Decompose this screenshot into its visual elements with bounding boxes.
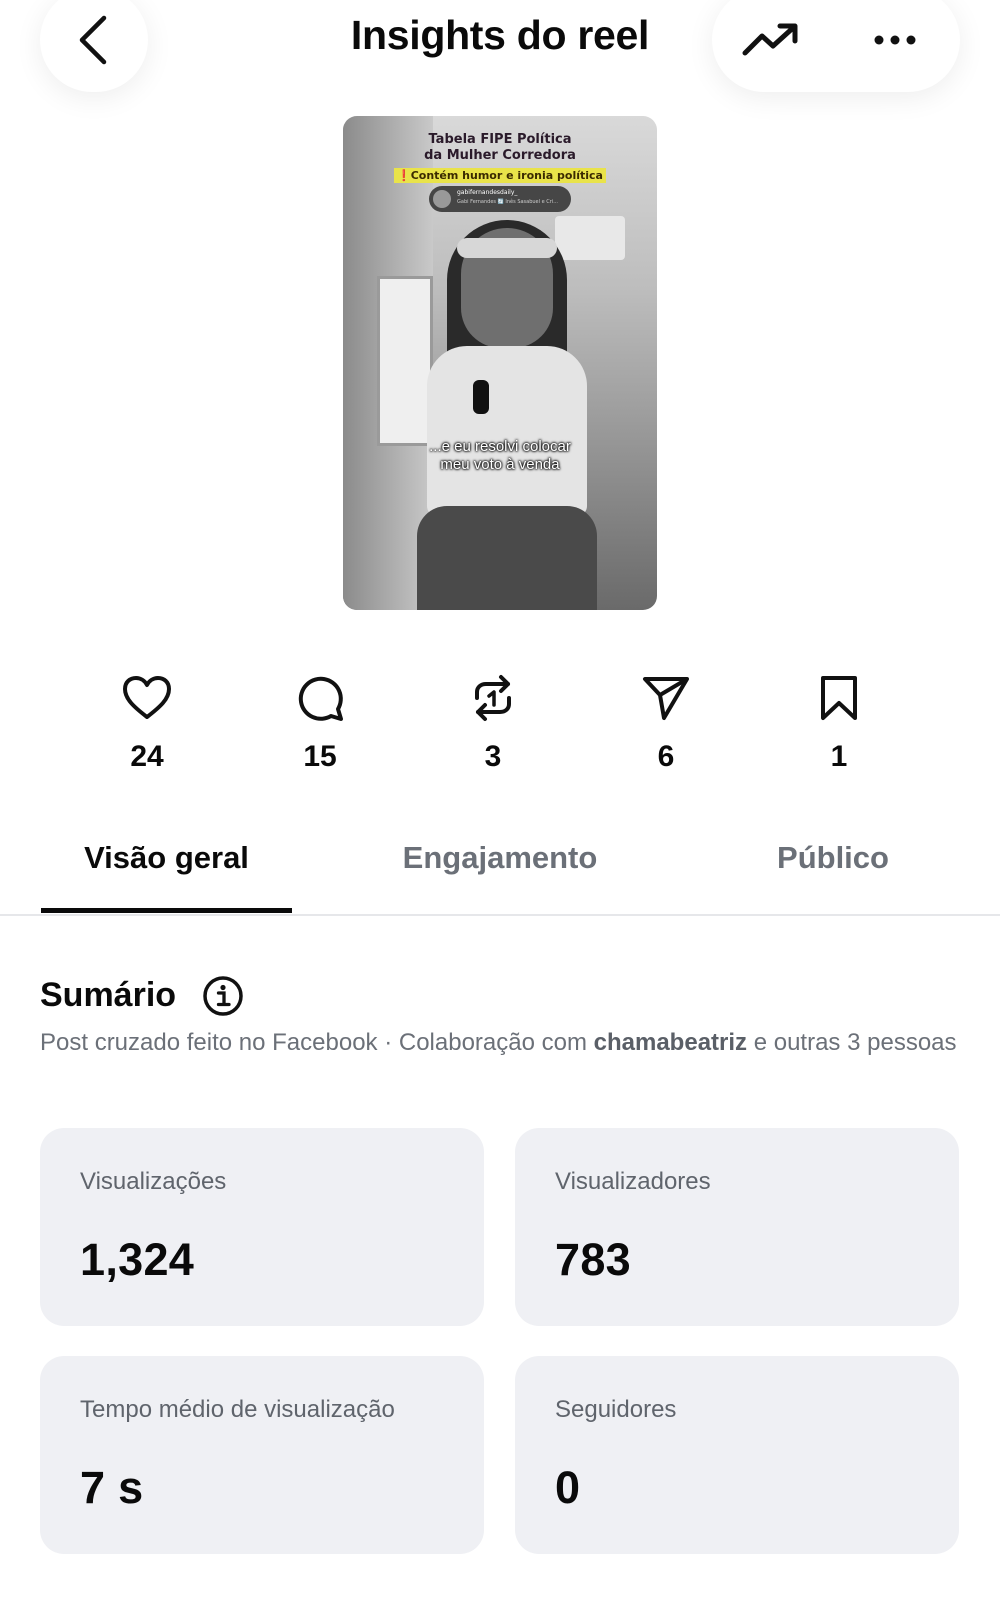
metric-label: Tempo médio de visualização bbox=[80, 1396, 395, 1423]
metric-value: 1,324 bbox=[80, 1234, 195, 1285]
thumbnail-caption-line2: meu voto à venda bbox=[440, 456, 560, 473]
heart-icon bbox=[123, 676, 171, 719]
metric-card-followers[interactable]: Seguidores 0 bbox=[515, 1356, 959, 1554]
thumbnail-window bbox=[377, 276, 433, 446]
metric-card-avg-watch-time[interactable]: Tempo médio de visualização 7 s bbox=[40, 1356, 484, 1554]
reel-thumbnail[interactable]: Tabela FIPE Política da Mulher Corredora… bbox=[343, 116, 657, 610]
thumbnail-headline: Tabela FIPE Política da Mulher Corredora bbox=[343, 132, 657, 164]
summary-desc-prefix: Post cruzado feito no Facebook · Colabor… bbox=[40, 1029, 594, 1056]
metric-value: 7 s bbox=[80, 1462, 144, 1513]
thumbnail-caption: ...e eu resolvi colocar meu voto à venda bbox=[343, 438, 657, 474]
saves-stat[interactable]: 1 bbox=[784, 670, 894, 780]
metric-label: Visualizadores bbox=[555, 1168, 711, 1195]
summary-title: Sumário bbox=[40, 976, 177, 1014]
saves-count: 1 bbox=[830, 740, 848, 773]
thumbnail-headline-line2: da Mulher Corredora bbox=[424, 148, 576, 163]
tab-overview[interactable]: Visão geral bbox=[41, 840, 292, 876]
thumbnail-user-pill: gabifernandesdaily_ Gabi Fernandes 🔄 Inê… bbox=[429, 186, 571, 212]
header-actions bbox=[712, 0, 960, 92]
info-icon[interactable] bbox=[202, 975, 244, 1017]
active-tab-indicator bbox=[41, 908, 292, 913]
summary-description: Post cruzado feito no Facebook · Colabor… bbox=[40, 1028, 960, 1058]
comments-count: 15 bbox=[303, 740, 337, 773]
reposts-stat[interactable]: 3 bbox=[438, 670, 548, 780]
metric-card-viewers[interactable]: Visualizadores 783 bbox=[515, 1128, 959, 1326]
more-options-button[interactable] bbox=[862, 12, 928, 68]
page-title: Insights do reel bbox=[350, 12, 650, 58]
metric-value: 783 bbox=[555, 1234, 631, 1285]
thumbnail-caption-line1: ...e eu resolvi colocar bbox=[429, 438, 571, 455]
metric-label: Visualizações bbox=[80, 1168, 227, 1195]
thumbnail-username: gabifernandesdaily_ bbox=[457, 189, 518, 196]
likes-count: 24 bbox=[130, 740, 164, 773]
summary-desc-suffix: e outras 3 pessoas bbox=[747, 1029, 957, 1056]
insights-tabs: Visão geral Engajamento Público bbox=[0, 810, 1000, 916]
thumbnail-torso bbox=[427, 346, 587, 516]
repost-icon bbox=[475, 675, 511, 721]
bookmark-icon bbox=[821, 676, 857, 720]
thumbnail-headband bbox=[457, 238, 557, 258]
engagement-stats: 24 15 3 6 1 bbox=[60, 670, 940, 780]
send-icon bbox=[643, 677, 689, 720]
thumbnail-warning-text: ❗Contém humor e ironia política bbox=[394, 168, 606, 183]
thumbnail-subtext: Gabi Fernandes 🔄 Inês Sasabuel e Cri... bbox=[457, 199, 558, 205]
thumbnail-ac bbox=[555, 216, 625, 260]
trends-button[interactable] bbox=[738, 12, 804, 68]
metric-label: Seguidores bbox=[555, 1396, 677, 1423]
chevron-left-icon bbox=[79, 15, 107, 65]
metric-card-views[interactable]: Visualizações 1,324 bbox=[40, 1128, 484, 1326]
reposts-count: 3 bbox=[484, 740, 502, 773]
thumbnail-avatar bbox=[433, 190, 451, 208]
thumbnail-headline-line1: Tabela FIPE Política bbox=[428, 132, 572, 147]
tab-engagement[interactable]: Engajamento bbox=[380, 840, 620, 876]
thumbnail-microphone bbox=[473, 380, 489, 414]
comment-icon bbox=[298, 676, 343, 721]
trending-up-icon bbox=[742, 23, 798, 56]
back-button[interactable] bbox=[40, 0, 148, 92]
thumbnail-warning: ❗Contém humor e ironia política bbox=[343, 166, 657, 184]
metric-value: 0 bbox=[555, 1462, 581, 1513]
comments-stat[interactable]: 15 bbox=[265, 670, 375, 780]
likes-stat[interactable]: 24 bbox=[92, 670, 202, 780]
thumbnail-legs bbox=[417, 506, 597, 610]
shares-stat[interactable]: 6 bbox=[611, 670, 721, 780]
more-horizontal-icon bbox=[874, 35, 916, 45]
shares-count: 6 bbox=[657, 740, 675, 773]
header: Insights do reel bbox=[0, 0, 1000, 100]
tab-audience[interactable]: Público bbox=[720, 840, 946, 876]
collaborator-username[interactable]: chamabeatriz bbox=[594, 1029, 747, 1056]
